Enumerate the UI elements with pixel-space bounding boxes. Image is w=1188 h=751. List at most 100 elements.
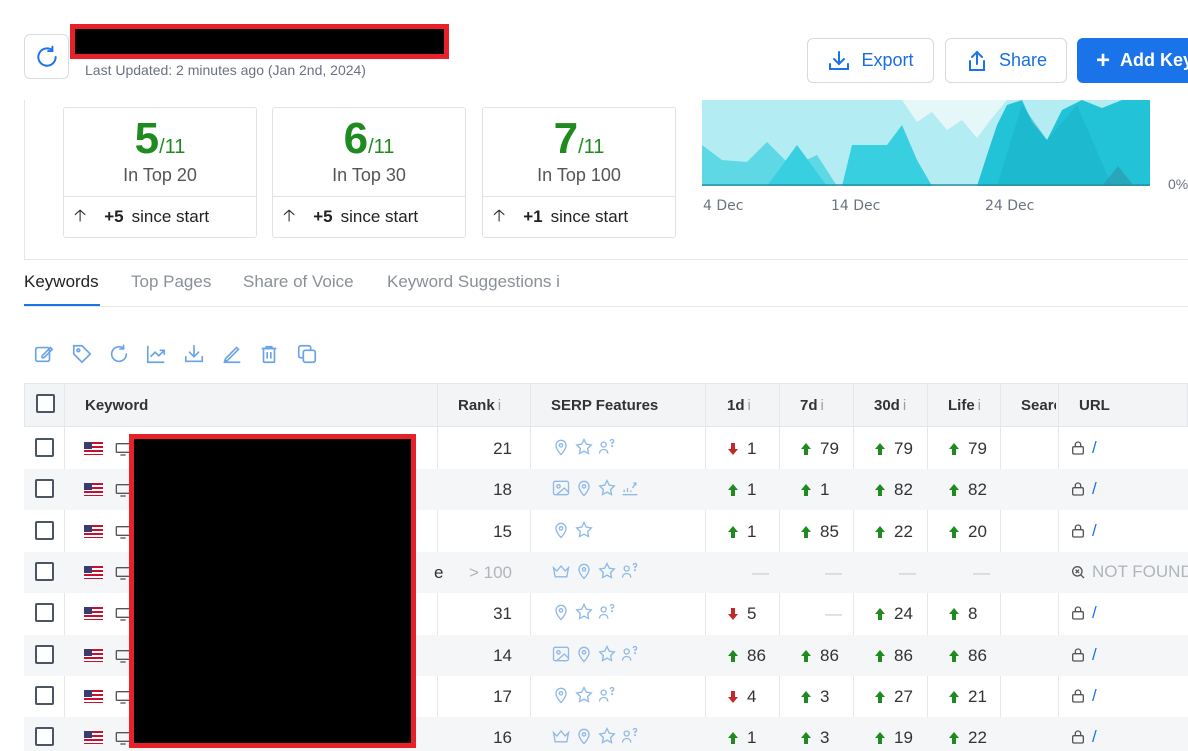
d1-change: 1 bbox=[727, 522, 756, 542]
star-icon bbox=[575, 685, 593, 703]
info-icon: i bbox=[902, 397, 907, 414]
star-icon bbox=[598, 727, 616, 744]
url-cell[interactable]: / bbox=[1070, 603, 1097, 623]
d1-change: 86 bbox=[727, 646, 766, 666]
chart-line-icon[interactable] bbox=[145, 343, 167, 365]
row-checkbox[interactable] bbox=[35, 603, 54, 623]
col-7d[interactable]: 7d i bbox=[800, 397, 824, 414]
url-cell[interactable]: / bbox=[1070, 645, 1097, 665]
rank-value: 15 bbox=[493, 521, 512, 541]
url-text: / bbox=[1092, 603, 1097, 623]
col-serp[interactable]: SERP Features bbox=[551, 397, 658, 414]
col-rank[interactable]: Rank i bbox=[458, 397, 501, 414]
row-checkbox[interactable] bbox=[35, 685, 54, 705]
arrow-up-icon: 🡡 bbox=[493, 205, 506, 225]
stat-value: 6 bbox=[343, 114, 369, 163]
share-button[interactable]: Share bbox=[945, 38, 1067, 83]
url-cell[interactable]: / bbox=[1070, 727, 1097, 747]
row-checkbox[interactable] bbox=[35, 727, 54, 747]
refresh-small-icon[interactable] bbox=[108, 343, 130, 365]
image-icon bbox=[552, 646, 570, 661]
image-icon bbox=[552, 480, 570, 496]
col-url[interactable]: URL bbox=[1079, 397, 1110, 414]
download-small-icon[interactable] bbox=[183, 343, 205, 365]
col-1d[interactable]: 1d i bbox=[727, 397, 751, 414]
edit-icon[interactable] bbox=[33, 343, 55, 365]
change-value: 79 bbox=[968, 439, 987, 458]
star-icon bbox=[575, 603, 593, 620]
stat-card-top100: 7/11 In Top 100 🡡 +1 since start bbox=[482, 107, 676, 238]
d7-empty: — bbox=[825, 562, 842, 582]
row-checkbox[interactable] bbox=[35, 479, 54, 499]
tab-keywords[interactable]: Keywords bbox=[24, 272, 99, 292]
row-checkbox[interactable] bbox=[35, 438, 54, 457]
refresh-icon bbox=[36, 45, 57, 67]
url-text: / bbox=[1092, 520, 1097, 540]
change-value: 86 bbox=[747, 645, 766, 665]
arrow-down-icon bbox=[728, 608, 738, 621]
us-flag-icon bbox=[84, 442, 103, 455]
tab-keyword-suggestions[interactable]: Keyword Suggestions i bbox=[387, 272, 560, 292]
serp-features bbox=[551, 561, 640, 581]
pin-icon bbox=[578, 646, 590, 662]
col-search[interactable]: Searc bbox=[1021, 397, 1056, 414]
arrow-up-icon bbox=[875, 649, 885, 662]
refresh-button[interactable] bbox=[24, 34, 69, 79]
rank-value: 14 bbox=[493, 645, 512, 665]
change-value: 20 bbox=[968, 521, 987, 541]
life-change: 20 bbox=[948, 522, 987, 542]
row-checkbox[interactable] bbox=[35, 520, 54, 540]
url-cell[interactable]: / bbox=[1070, 438, 1097, 458]
lock-icon bbox=[1072, 647, 1084, 662]
change-value: 1 bbox=[747, 480, 757, 500]
tab-share-of-voice[interactable]: Share of Voice bbox=[243, 272, 354, 292]
arrow-down-icon bbox=[728, 443, 738, 455]
d7-change: 1 bbox=[800, 480, 829, 500]
url-text: / bbox=[1092, 644, 1097, 664]
pin-icon bbox=[555, 687, 567, 704]
crown-icon bbox=[552, 564, 570, 578]
rank-value: 16 bbox=[493, 728, 512, 748]
d7-change: 3 bbox=[800, 687, 829, 707]
col-keyword[interactable]: Keyword bbox=[85, 397, 148, 414]
pencil-icon[interactable] bbox=[221, 343, 243, 365]
url-cell[interactable]: / bbox=[1070, 686, 1097, 706]
trash-icon[interactable] bbox=[258, 343, 280, 365]
url-cell[interactable]: / bbox=[1070, 479, 1097, 499]
people-ask-icon bbox=[621, 562, 638, 578]
arrow-up-icon bbox=[728, 525, 738, 538]
star-icon bbox=[575, 437, 593, 455]
url-cell[interactable]: / bbox=[1070, 521, 1097, 541]
select-all-checkbox[interactable] bbox=[36, 394, 55, 413]
arrow-up-icon bbox=[801, 525, 811, 538]
last-updated-text: Last Updated: 2 minutes ago (Jan 2nd, 20… bbox=[85, 62, 366, 78]
arrow-up-icon bbox=[949, 690, 959, 703]
tab-top-pages[interactable]: Top Pages bbox=[131, 272, 211, 292]
plus-icon: + bbox=[1096, 46, 1111, 74]
crown-icon bbox=[552, 730, 570, 743]
arrow-up-icon bbox=[949, 649, 959, 662]
export-button[interactable]: Export bbox=[807, 38, 934, 83]
add-keywords-label: Add Keywords bbox=[1120, 50, 1188, 70]
row-checkbox[interactable] bbox=[35, 644, 54, 664]
col-life[interactable]: Life i bbox=[948, 397, 981, 414]
change-value: 24 bbox=[894, 604, 913, 624]
d30-change: 79 bbox=[874, 439, 913, 459]
serp-features bbox=[551, 478, 640, 498]
change-value: 19 bbox=[894, 728, 913, 748]
copy-icon[interactable] bbox=[296, 343, 318, 365]
add-keywords-button[interactable]: + Add Keywords bbox=[1077, 38, 1188, 83]
lock-icon bbox=[1072, 482, 1084, 496]
col-30d[interactable]: 30d i bbox=[874, 397, 906, 414]
stat-total: /11 bbox=[368, 136, 395, 158]
life-change: 8 bbox=[948, 604, 977, 624]
arrow-up-icon bbox=[801, 484, 811, 497]
row-checkbox[interactable] bbox=[35, 561, 54, 581]
tag-icon[interactable] bbox=[71, 343, 93, 365]
life-change: 22 bbox=[948, 728, 987, 748]
rank-value: 18 bbox=[493, 480, 512, 500]
d7-change: 3 bbox=[800, 728, 829, 748]
pin-icon bbox=[578, 728, 590, 745]
change-value: 86 bbox=[968, 645, 987, 665]
arrow-up-icon bbox=[801, 443, 811, 455]
